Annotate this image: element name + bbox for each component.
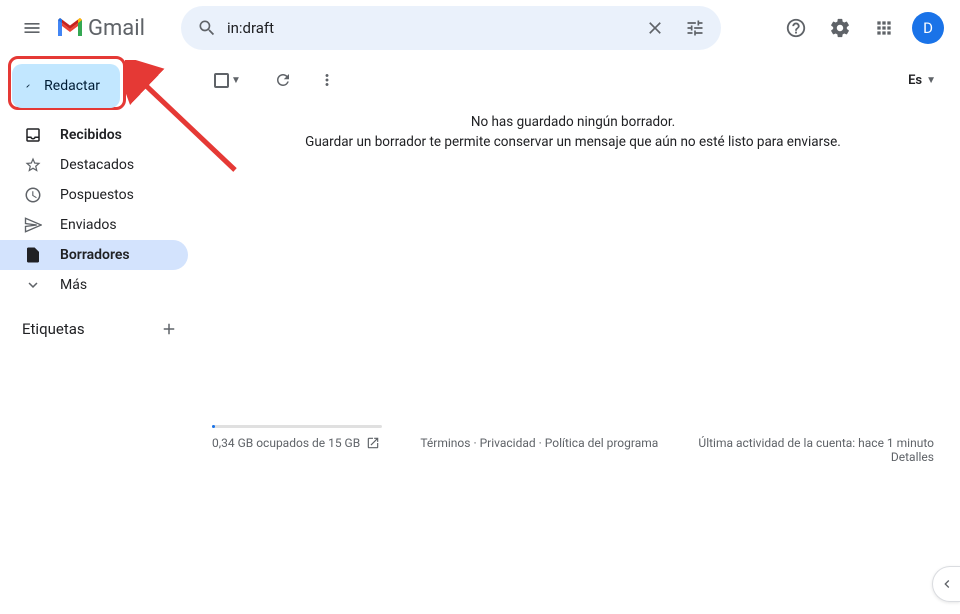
- inbox-icon: [24, 126, 42, 144]
- nav-label: Destacados: [60, 157, 134, 173]
- side-panel-toggle[interactable]: [932, 566, 960, 602]
- search-button[interactable]: [187, 8, 227, 48]
- empty-line-1: No has guardado ningún borrador.: [200, 112, 946, 132]
- gmail-logo-text: Gmail: [88, 16, 145, 41]
- sidebar-item-sent[interactable]: Enviados: [0, 210, 188, 240]
- empty-state: No has guardado ningún borrador. Guardar…: [200, 112, 946, 153]
- gear-icon: [829, 17, 851, 39]
- storage-text: 0,34 GB ocupados de 15 GB: [212, 436, 360, 450]
- close-icon: [645, 18, 665, 38]
- apps-button[interactable]: [864, 8, 904, 48]
- apps-grid-icon: [874, 18, 894, 38]
- labels-title: Etiquetas: [22, 320, 85, 338]
- footer-links: Términos · Privacidad · Política del pro…: [420, 436, 658, 450]
- search-input[interactable]: [227, 19, 635, 37]
- search-bar: [181, 6, 721, 50]
- plus-icon[interactable]: [160, 320, 178, 338]
- labels-section-header[interactable]: Etiquetas: [0, 320, 196, 338]
- program-link[interactable]: Política del programa: [545, 436, 659, 450]
- search-icon: [197, 18, 217, 38]
- gmail-logo[interactable]: Gmail: [56, 16, 145, 41]
- caret-down-icon: ▼: [926, 75, 936, 86]
- sidebar-item-snoozed[interactable]: Pospuestos: [0, 180, 188, 210]
- sidebar-item-drafts[interactable]: Borradores: [0, 240, 188, 270]
- nav-label: Borradores: [60, 247, 130, 263]
- hamburger-icon: [22, 18, 42, 38]
- file-icon: [24, 246, 42, 264]
- message-toolbar: ▼ Es ▼: [200, 56, 946, 104]
- more-button[interactable]: [309, 62, 345, 98]
- chevron-down-icon: [24, 276, 42, 294]
- details-link[interactable]: Detalles: [698, 450, 934, 464]
- storage-fill: [212, 425, 215, 428]
- chevron-left-icon: [939, 576, 955, 592]
- search-options-button[interactable]: [675, 8, 715, 48]
- gmail-logo-icon: [56, 17, 84, 39]
- privacy-link[interactable]: Privacidad: [480, 436, 536, 450]
- sidebar-item-starred[interactable]: Destacados: [0, 150, 188, 180]
- refresh-button[interactable]: [265, 62, 301, 98]
- content-footer: 0,34 GB ocupados de 15 GB Términos · Pri…: [200, 419, 946, 614]
- header-actions: D: [776, 8, 944, 48]
- help-button[interactable]: [776, 8, 816, 48]
- empty-line-2: Guardar un borrador te permite conservar…: [200, 132, 946, 152]
- star-icon: [24, 156, 42, 174]
- checkbox-icon: [214, 73, 229, 88]
- help-icon: [785, 17, 807, 39]
- main-menu-button[interactable]: [12, 8, 52, 48]
- account-avatar[interactable]: D: [912, 12, 944, 44]
- sidebar-item-inbox[interactable]: Recibidos: [0, 120, 188, 150]
- nav-list: Recibidos Destacados Pospuestos Enviados…: [0, 120, 196, 300]
- caret-down-icon: ▼: [231, 75, 241, 86]
- clear-search-button[interactable]: [635, 8, 675, 48]
- tune-icon: [685, 18, 705, 38]
- nav-label: Más: [60, 277, 87, 293]
- content-area: ▼ Es ▼ No has guardado ningún borrador. …: [196, 56, 960, 614]
- refresh-icon: [274, 71, 292, 89]
- more-vertical-icon: [318, 71, 336, 89]
- select-all-checkbox[interactable]: ▼: [214, 73, 241, 88]
- nav-label: Pospuestos: [60, 187, 134, 203]
- settings-button[interactable]: [820, 8, 860, 48]
- input-tools-button[interactable]: Es ▼: [908, 73, 936, 88]
- clock-icon: [24, 186, 42, 204]
- storage-text-wrap[interactable]: 0,34 GB ocupados de 15 GB: [212, 436, 380, 450]
- terms-link[interactable]: Términos: [420, 436, 470, 450]
- compose-label: Redactar: [44, 78, 100, 94]
- external-link-icon: [366, 436, 380, 450]
- footer-activity: Última actividad de la cuenta: hace 1 mi…: [698, 436, 934, 464]
- sidebar: Redactar Recibidos Destacados Pospuestos…: [0, 56, 196, 614]
- storage-bar: [212, 425, 382, 428]
- sidebar-item-more[interactable]: Más: [0, 270, 188, 300]
- activity-text[interactable]: Última actividad de la cuenta: hace 1 mi…: [698, 436, 934, 450]
- nav-label: Enviados: [60, 217, 117, 233]
- lang-label: Es: [908, 73, 922, 88]
- pencil-icon: [26, 76, 30, 96]
- main-area: Redactar Recibidos Destacados Pospuestos…: [0, 56, 960, 614]
- app-header: Gmail D: [0, 0, 960, 56]
- send-icon: [24, 216, 42, 234]
- compose-button[interactable]: Redactar: [12, 64, 120, 108]
- nav-label: Recibidos: [60, 127, 122, 143]
